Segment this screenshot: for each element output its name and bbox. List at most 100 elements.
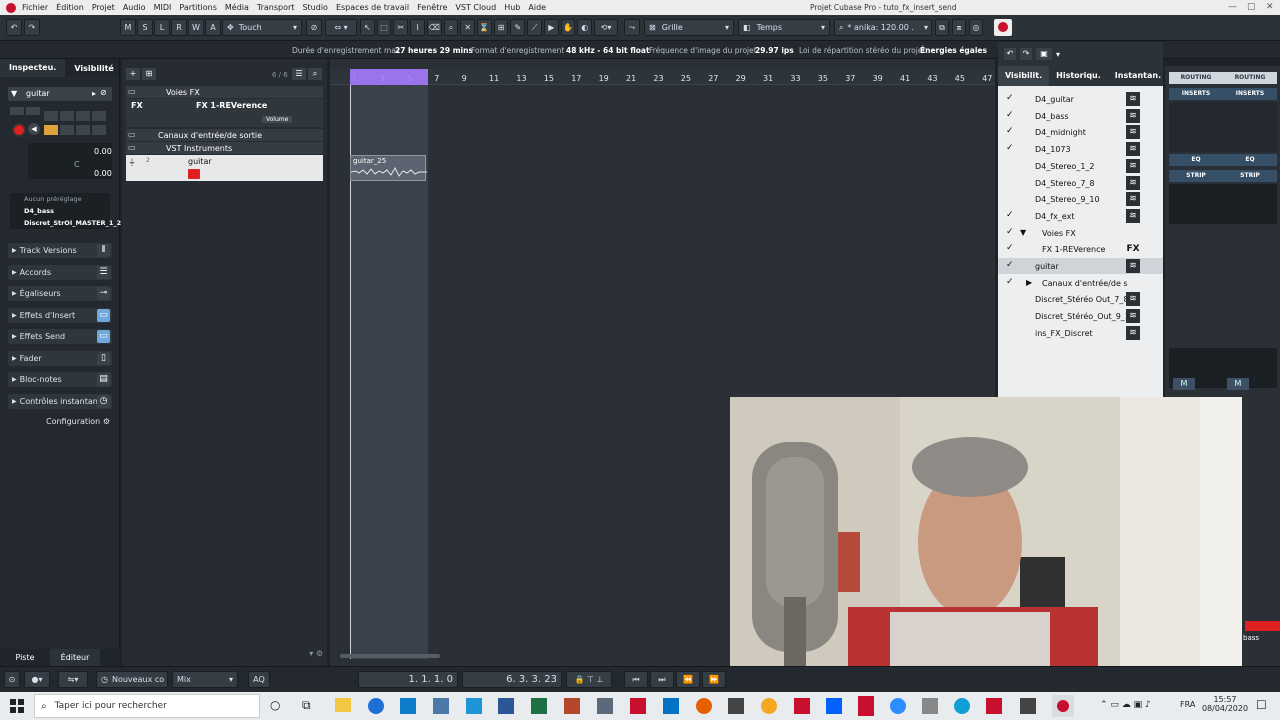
horizontal-scrollbar[interactable] (340, 654, 440, 658)
menu-item[interactable]: Audio (123, 3, 146, 12)
freeze-button[interactable] (76, 111, 90, 121)
eq-section-button[interactable]: EQ (1223, 154, 1277, 166)
tab-visibility[interactable]: Visibilit. (998, 66, 1050, 86)
inspector-section-accords[interactable]: ▶ Accords ☰ (8, 264, 112, 280)
record-enable-button[interactable] (12, 123, 26, 137)
visibility-item[interactable]: D4_Stereo_7_8 ≋ (998, 175, 1163, 191)
redo-icon[interactable]: ↷ (24, 19, 40, 36)
add-track-icon[interactable]: + (126, 68, 140, 80)
redo-icon[interactable]: ↷ (1020, 48, 1032, 60)
auto-quantize-button[interactable]: AQ (248, 671, 270, 688)
menu-item[interactable]: Projet (92, 3, 115, 12)
draw-icon[interactable]: ✎ (510, 19, 526, 36)
visibility-checkbox[interactable]: ✓ (1006, 126, 1014, 136)
clock[interactable]: 15:57 08/04/2020 (1200, 695, 1250, 713)
notification-icon[interactable]: ☐ (1256, 698, 1267, 712)
cycle-icon[interactable]: ◎ (969, 19, 983, 36)
left-locator[interactable]: 1. 1. 1. 0 (358, 671, 458, 688)
mode-button-m[interactable]: M (120, 19, 136, 36)
iterative-quantize-icon[interactable]: ⧈ (952, 19, 966, 36)
snap-icon[interactable]: ⤳ (624, 19, 640, 36)
inspector-section-track-versions[interactable]: ▶ Track Versions ⫴ (8, 243, 112, 258)
inserts-section-button[interactable]: INSERTS (1169, 88, 1223, 100)
tab-history[interactable]: Historiqu. (1049, 66, 1108, 86)
store-icon[interactable] (400, 698, 416, 714)
mode-button-r[interactable]: R (171, 19, 187, 36)
visibility-item[interactable]: ✓ FX 1-REVerence FX (998, 241, 1163, 257)
hand-icon[interactable]: ✋ (560, 19, 576, 36)
inspector-section-effets-d-insert[interactable]: ▶ Effets d'Insert ▭ (8, 307, 112, 323)
windows-start-icon[interactable] (10, 699, 24, 713)
quick-controls-icon[interactable]: ◷ (97, 394, 110, 408)
visibility-item[interactable]: ✓ D4_fx_ext ≋ (998, 208, 1163, 224)
chords-icon[interactable]: ☰ (97, 265, 110, 279)
visibility-item[interactable]: ✓ D4_1073 ≋ (998, 141, 1163, 157)
right-locator[interactable]: 6. 3. 3. 23 (462, 671, 562, 688)
visibility-item[interactable]: ✓ D4_midnight ≋ (998, 124, 1163, 140)
app-icon[interactable] (922, 698, 938, 714)
minimize-icon[interactable]: — (1228, 2, 1237, 12)
inspector-track-header[interactable]: ▼ guitar ▸ ⊘ (8, 87, 112, 101)
audio-event[interactable]: guitar_25 (350, 155, 427, 181)
mute-button[interactable]: M (1173, 378, 1195, 390)
track-name[interactable]: guitar (188, 157, 212, 166)
inserts-icon[interactable]: ▭ (97, 308, 110, 322)
inspector-section-contr-les-instantan-s[interactable]: ▶ Contrôles instantanés ◷ (8, 393, 112, 409)
menu-item[interactable]: VST Cloud (455, 3, 496, 12)
rec-time-value[interactable]: 27 heures 29 mins (395, 46, 473, 55)
expand-triangle-icon[interactable]: ▼ (1020, 228, 1026, 237)
eq-section-button[interactable]: EQ (1169, 154, 1223, 166)
erase-icon[interactable]: ⌫ (426, 19, 442, 36)
track-versions-icon[interactable]: ⫴ (97, 244, 110, 257)
line-icon[interactable]: ⟋ (527, 19, 542, 36)
cycle-range[interactable] (350, 69, 428, 85)
track-name[interactable]: VST Instruments (166, 144, 232, 153)
app-icon[interactable] (1020, 698, 1036, 714)
track-list-settings-icon[interactable]: ▾ ⚙ (126, 649, 323, 659)
volume-value[interactable]: 0.00 (94, 147, 112, 156)
settings-icon[interactable] (92, 125, 106, 135)
comp-icon[interactable]: ⊞ (493, 19, 509, 36)
visibility-item[interactable]: ▶ ✓ Canaux d'entrée/de s (998, 275, 1163, 291)
mode-button-l[interactable]: L (154, 19, 170, 36)
folder-track-vsti[interactable]: ▭ VST Instruments (126, 142, 323, 154)
mute-button[interactable]: M (1227, 378, 1249, 390)
visibility-item[interactable]: ▼ ✓ Voies FX (998, 225, 1163, 241)
visibility-checkbox[interactable]: ✓ (1006, 210, 1014, 220)
tab-inspector[interactable]: Inspecteu. (0, 59, 66, 77)
visibility-checkbox[interactable]: ✓ (1006, 110, 1014, 120)
insert-slots[interactable] (1169, 102, 1277, 152)
menu-item[interactable]: MIDI (154, 3, 172, 12)
search-field[interactable]: ⌕ * anika: 120.00 . ▾ (834, 19, 932, 36)
taskbar-search[interactable]: ⌕ Taper ici pour rechercher (34, 694, 260, 718)
snap-type-select[interactable]: ⊠ Grille ▾ (644, 19, 734, 36)
menu-item[interactable]: Média (225, 3, 249, 12)
visibility-checkbox[interactable]: ✓ (1006, 243, 1014, 253)
inspector-section--galiseurs[interactable]: ▶ Égaliseurs ⊸ (8, 286, 112, 301)
delay-value[interactable]: 0.00 (94, 169, 112, 178)
pan-value[interactable]: C (74, 160, 80, 169)
select-icon[interactable]: ↖ (360, 19, 375, 36)
forward-icon[interactable]: ⏩ (702, 671, 726, 688)
rewind-icon[interactable]: ⏪ (676, 671, 700, 688)
close-icon[interactable] (92, 111, 106, 121)
visibility-checkbox[interactable]: ✓ (1006, 277, 1014, 287)
menu-item[interactable]: Transport (257, 3, 295, 12)
visibility-checkbox[interactable]: ✓ (1006, 260, 1014, 270)
fader-icon[interactable]: ▯ (97, 351, 110, 365)
visibility-item[interactable]: ins_FX_Discret ≋ (998, 325, 1163, 341)
visibility-item[interactable]: Discret_Stéréo_Out_9_1 ≋ (998, 308, 1163, 324)
output-routing-select[interactable]: Discret_StrOI_MASTER_1_2 (24, 219, 121, 227)
monitor-icon[interactable]: ◀ (28, 123, 40, 135)
visibility-checkbox[interactable]: ✓ (1006, 227, 1014, 237)
mix-mode-select[interactable]: Mix ▾ (172, 671, 238, 688)
punch-buttons[interactable]: 🔒 ⊤ ⊥ (566, 671, 612, 688)
visibility-item[interactable]: ✓ D4_bass ≋ (998, 108, 1163, 124)
app-icon[interactable] (890, 698, 906, 714)
menu-item[interactable]: Hub (504, 3, 520, 12)
undo-icon[interactable]: ↶ (6, 19, 22, 36)
track-visibility-icon[interactable]: ☰ (292, 68, 306, 80)
outlook-icon[interactable] (663, 698, 679, 714)
inspector-section-fader[interactable]: ▶ Fader ▯ (8, 350, 112, 366)
mode-button-s[interactable]: S (137, 19, 153, 36)
